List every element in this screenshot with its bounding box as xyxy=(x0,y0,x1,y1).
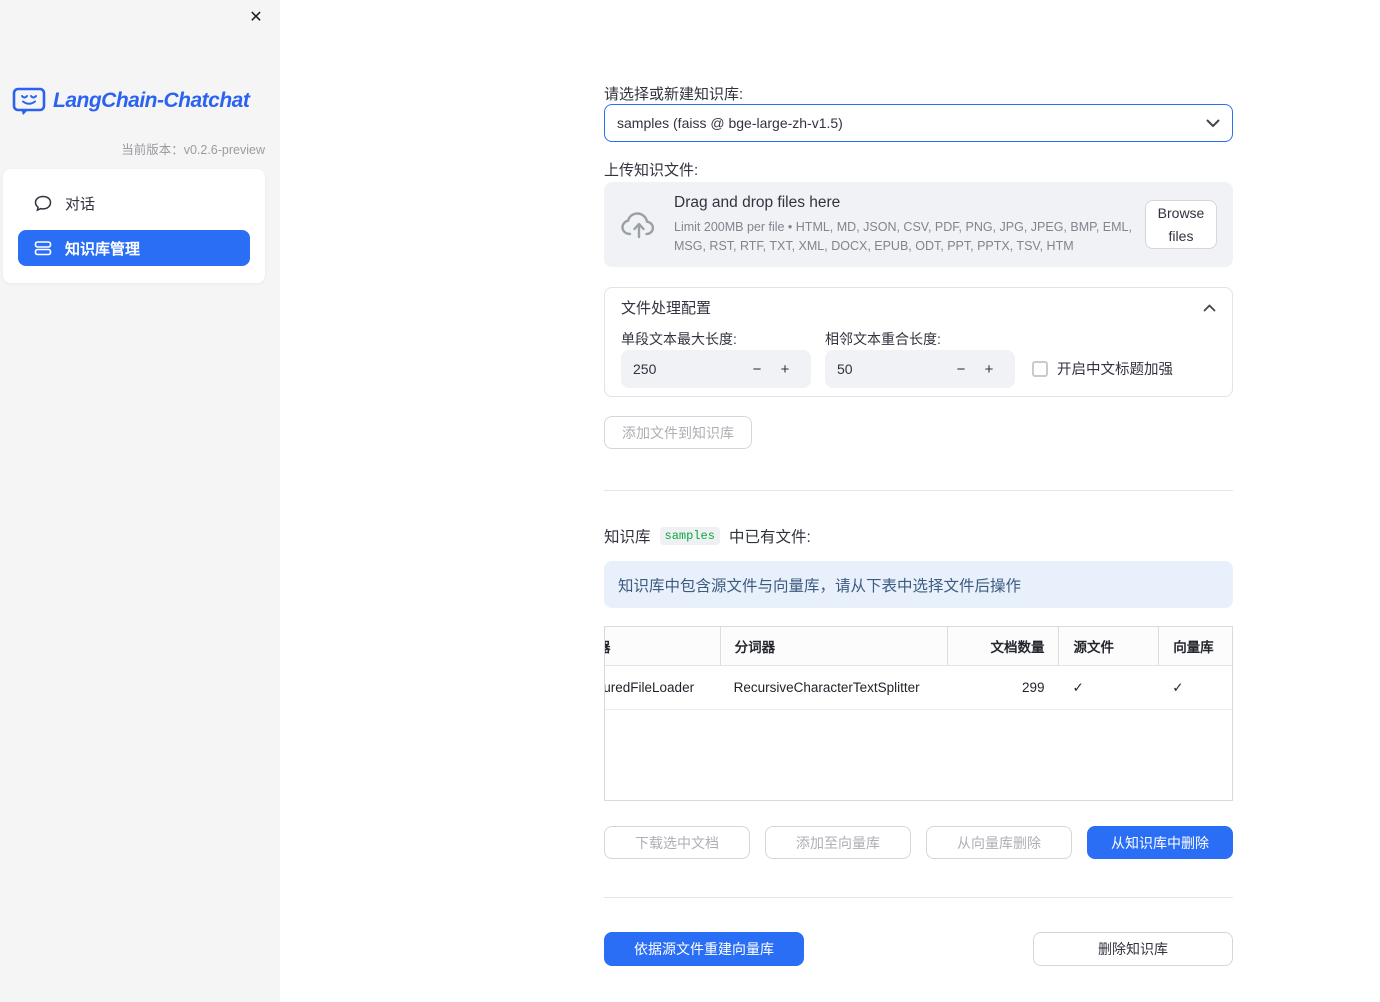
dropzone-hint: Limit 200MB per file • HTML, MD, JSON, C… xyxy=(674,220,1132,253)
divider xyxy=(604,490,1233,491)
chevron-down-icon xyxy=(1206,119,1220,127)
file-action-buttons: 下载选中文档 添加至向量库 从向量库删除 从知识库中删除 xyxy=(604,826,1233,859)
delete-from-kb-button[interactable]: 从知识库中删除 xyxy=(1087,826,1233,859)
cell-splitter: RecursiveCharacterTextSplitter xyxy=(733,680,920,695)
chunk-size-decrement-button[interactable]: − xyxy=(743,361,771,378)
sidebar-item-label: 对话 xyxy=(65,195,96,213)
sidebar-item-dialogue[interactable]: 对话 xyxy=(18,186,250,220)
sidebar: ✕ LangChain-Chatchat 当前版本：v0.2.6-preview… xyxy=(0,0,280,1002)
kb-name-code: samples xyxy=(659,527,720,545)
cell-vector-store-check: ✓ xyxy=(1172,679,1184,695)
chunk-size-input[interactable]: 250 − + xyxy=(621,350,811,388)
browse-files-button[interactable]: Browse files xyxy=(1145,200,1217,249)
checkbox-label: 开启中文标题加强 xyxy=(1057,362,1173,378)
cell-loader: UnstructuredFileLoader xyxy=(605,680,695,695)
chunk-size-increment-button[interactable]: + xyxy=(771,361,799,378)
sidebar-item-label: 知识库管理 xyxy=(65,240,141,258)
file-dropzone[interactable]: Drag and drop files here Limit 200MB per… xyxy=(604,182,1233,267)
upload-label: 上传知识文件: xyxy=(604,162,699,179)
divider xyxy=(604,897,1233,898)
kb-select-input[interactable]: samples (faiss @ bge-large-zh-v1.5) xyxy=(604,104,1233,142)
info-alert-text: 知识库中包含源文件与向量库，请从下表中选择文件后操作 xyxy=(618,577,1022,595)
zh-title-enhance-checkbox-row[interactable]: 开启中文标题加强 xyxy=(1032,358,1173,379)
column-header-source-file[interactable]: 源文件 xyxy=(1058,627,1158,665)
chat-bubble-icon xyxy=(34,195,52,212)
download-selected-button[interactable]: 下载选中文档 xyxy=(604,826,750,859)
overlap-decrement-button[interactable]: − xyxy=(947,361,975,378)
cell-source-file-check: ✓ xyxy=(1072,679,1084,695)
app-window: ✕ LangChain-Chatchat 当前版本：v0.2.6-preview… xyxy=(0,0,1380,1002)
chunk-size-value: 250 xyxy=(633,361,657,377)
checkbox-unchecked[interactable] xyxy=(1032,360,1048,377)
table-header-row: 文档加载器 分词器 文档数量 源文件 向量库 xyxy=(605,627,1232,666)
column-header-doc-count[interactable]: 文档数量 xyxy=(946,627,1059,665)
file-config-expander: 文件处理配置 单段文本最大长度: 250 − + 相邻文本重合长度: 50 − … xyxy=(604,287,1233,397)
sidebar-menu: 对话 知识库管理 xyxy=(3,169,265,283)
rebuild-vector-store-button[interactable]: 依据源文件重建向量库 xyxy=(604,932,804,966)
kb-select-value: samples (faiss @ bge-large-zh-v1.5) xyxy=(617,115,843,131)
version-text: 当前版本：v0.2.6-preview xyxy=(121,143,265,157)
app-logo: LangChain-Chatchat xyxy=(12,86,250,116)
chunk-size-label: 单段文本最大长度: xyxy=(621,331,737,347)
sidebar-item-kb-management[interactable]: 知识库管理 xyxy=(18,230,250,266)
add-to-vector-store-button[interactable]: 添加至向量库 xyxy=(765,826,911,859)
column-header-vector-store[interactable]: 向量库 xyxy=(1158,627,1232,665)
overlap-increment-button[interactable]: + xyxy=(975,361,1003,378)
info-alert: 知识库中包含源文件与向量库，请从下表中选择文件后操作 xyxy=(604,561,1233,608)
app-title: LangChain-Chatchat xyxy=(53,89,250,112)
table-row[interactable]: UnstructuredFileLoader RecursiveCharacte… xyxy=(605,666,1232,710)
delete-from-vector-store-button[interactable]: 从向量库删除 xyxy=(926,826,1072,859)
overlap-label: 相邻文本重合长度: xyxy=(825,331,941,347)
kb-list-icon xyxy=(34,241,52,256)
dropzone-text: Drag and drop files here Limit 200MB per… xyxy=(674,194,1132,254)
dropzone-title: Drag and drop files here xyxy=(674,194,841,212)
sidebar-close-icon[interactable]: ✕ xyxy=(245,7,267,29)
column-header-loader[interactable]: 文档加载器 xyxy=(605,627,720,665)
kb-files-heading: 知识库 samples 中已有文件: xyxy=(604,527,811,546)
delete-kb-button[interactable]: 删除知识库 xyxy=(1033,932,1233,966)
column-header-splitter[interactable]: 分词器 xyxy=(719,627,947,665)
logo-smiley-bubble-icon xyxy=(12,87,46,115)
overlap-input[interactable]: 50 − + xyxy=(825,350,1015,388)
kb-select-label: 请选择或新建知识库: xyxy=(604,86,744,103)
cloud-upload-icon xyxy=(621,211,655,238)
expander-header[interactable]: 文件处理配置 xyxy=(605,288,1232,322)
chevron-up-icon xyxy=(1203,304,1216,312)
cell-doc-count: 299 xyxy=(1021,680,1045,695)
add-files-to-kb-button[interactable]: 添加文件到知识库 xyxy=(604,416,752,449)
expander-title: 文件处理配置 xyxy=(621,299,712,317)
overlap-value: 50 xyxy=(837,361,853,377)
kb-files-table[interactable]: 文档加载器 分词器 文档数量 源文件 向量库 UnstructuredFileL… xyxy=(604,626,1233,801)
